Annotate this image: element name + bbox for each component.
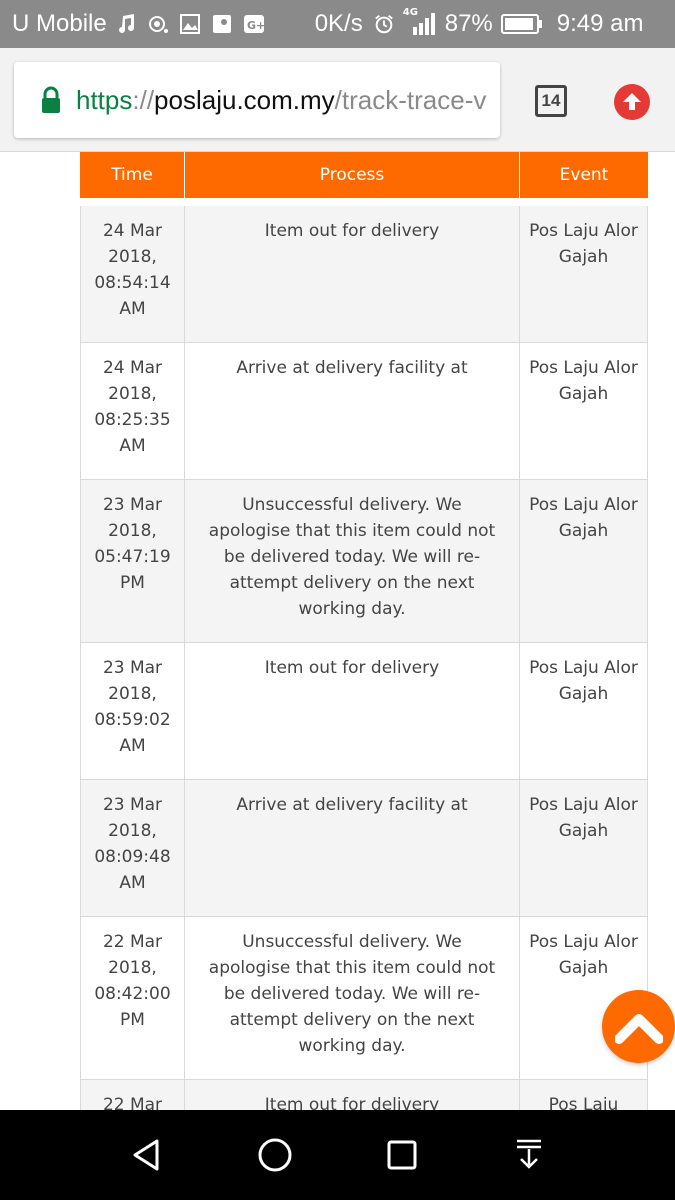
notification-icons: G+: [115, 13, 265, 35]
address-bar[interactable]: https://poslaju.com.my/track-trace-v: [14, 62, 500, 138]
cell-process: Item out for delivery: [185, 643, 520, 779]
carrier-name: U Mobile: [12, 10, 107, 37]
url-text[interactable]: https://poslaju.com.my/track-trace-v: [76, 85, 496, 116]
url-path: /track-trace-v: [334, 84, 487, 115]
battery-percent: 87%: [444, 10, 493, 37]
hotspot-icon: [147, 13, 169, 35]
cell-process: Unsuccessful delivery. We apologise that…: [185, 480, 520, 642]
clock: 9:49 am: [556, 10, 644, 37]
svg-text:G+: G+: [247, 19, 265, 32]
table-row: 23 Mar 2018, 05:47:19 PM Unsuccessful de…: [80, 480, 648, 643]
table-row: 23 Mar 2018, 08:09:48 AM Arrive at deliv…: [80, 780, 648, 917]
browser-toolbar: https://poslaju.com.my/track-trace-v 14: [0, 48, 675, 152]
url-scheme: https: [76, 84, 133, 115]
home-icon[interactable]: [252, 1132, 298, 1178]
cell-process: Item out for delivery: [185, 1080, 520, 1110]
signal-icon: 4G: [403, 7, 437, 35]
system-indicators: 4G 87% 9:49 am: [373, 7, 644, 38]
header-time: Time: [80, 152, 185, 198]
alarm-icon: [373, 13, 395, 35]
cell-event: Pos Laju Alor Gajah: [520, 480, 648, 642]
cell-event: Pos Laju Alor Gajah: [520, 780, 648, 916]
table-row: 23 Mar 2018, 08:59:02 AM Item out for de…: [80, 643, 648, 780]
cell-process: Arrive at delivery facility at: [185, 343, 520, 479]
cell-process: Item out for delivery: [185, 206, 520, 342]
maps-icon: [211, 13, 233, 35]
network-type: 4G: [402, 7, 418, 18]
back-icon[interactable]: [124, 1132, 170, 1178]
table-row: 24 Mar 2018, 08:54:14 AM Item out for de…: [80, 206, 648, 343]
cell-event: Pos Laju Alor Gajah: [520, 643, 648, 779]
status-bar: U Mobile G+ 0K/s 4G 87% 9:49 am: [0, 0, 675, 48]
system-nav-bar: [0, 1110, 675, 1200]
cell-time: 23 Mar 2018, 05:47:19 PM: [80, 480, 185, 642]
tracking-table: Time Process Event 24 Mar 2018, 08:54:14…: [80, 152, 648, 1110]
cell-time: 24 Mar 2018, 08:25:35 AM: [80, 343, 185, 479]
page-content[interactable]: Time Process Event 24 Mar 2018, 08:54:14…: [0, 152, 675, 1110]
cell-time: 24 Mar 2018, 08:54:14 AM: [80, 206, 185, 342]
header-event: Event: [559, 165, 609, 185]
cell-process: Unsuccessful delivery. We apologise that…: [185, 917, 520, 1079]
table-row: 22 Mar Item out for delivery Pos Laju: [80, 1080, 648, 1110]
cell-event: Pos Laju: [520, 1080, 648, 1110]
update-icon[interactable]: [614, 84, 650, 120]
network-speed: 0K/s: [314, 10, 363, 37]
cell-event: Pos Laju Alor Gajah: [520, 343, 648, 479]
cell-time: 22 Mar: [80, 1080, 185, 1110]
lock-icon[interactable]: [40, 86, 62, 114]
url-separator: ://: [132, 84, 155, 115]
tab-switcher-button[interactable]: 14: [535, 85, 567, 117]
table-row: 24 Mar 2018, 08:25:35 AM Arrive at deliv…: [80, 343, 648, 480]
scroll-to-top-button[interactable]: [602, 990, 675, 1063]
recents-icon[interactable]: [379, 1132, 425, 1178]
table-header: Time Process Event: [80, 152, 648, 198]
notification-pull-icon[interactable]: [506, 1132, 552, 1178]
table-row: 22 Mar 2018, 08:42:00 PM Unsuccessful de…: [80, 917, 648, 1080]
battery-icon: [500, 13, 543, 35]
google-plus-icon: G+: [243, 13, 265, 35]
gallery-icon: [179, 13, 201, 35]
url-host: poslaju.com.my: [154, 84, 335, 115]
cell-event: Pos Laju Alor Gajah: [520, 206, 648, 342]
header-process: Process: [185, 152, 520, 198]
cell-time: 22 Mar 2018, 08:42:00 PM: [80, 917, 185, 1079]
cell-process: Arrive at delivery facility at: [185, 780, 520, 916]
cell-time: 23 Mar 2018, 08:09:48 AM: [80, 780, 185, 916]
chevron-up-icon: [614, 1013, 663, 1044]
music-icon: [115, 13, 137, 35]
cell-time: 23 Mar 2018, 08:59:02 AM: [80, 643, 185, 779]
